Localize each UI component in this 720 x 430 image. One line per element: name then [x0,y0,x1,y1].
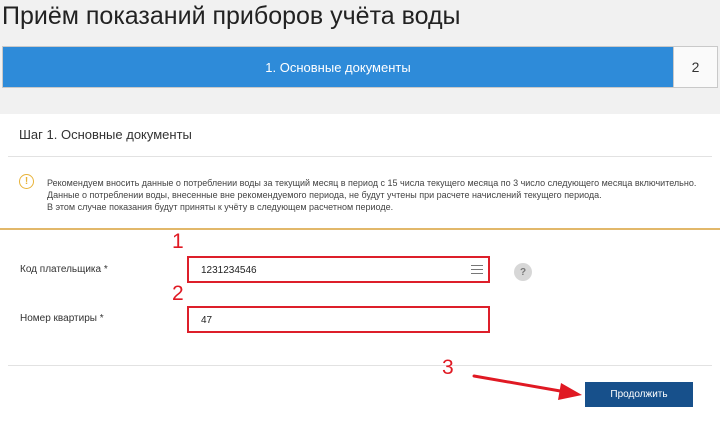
notice-line-1: Рекомендуем вносить данные о потреблении… [47,178,697,188]
page-title: Приём показаний приборов учёта воды [2,2,461,30]
annotation-1: 1 [172,230,184,253]
notice-line-2: Данные о потреблении воды, внесенные вне… [47,190,602,200]
payer-code-input[interactable] [201,262,451,279]
bottom-divider [8,365,712,366]
payer-code-field-frame [187,256,490,283]
step-2-tab[interactable]: 2 [673,47,717,87]
apartment-label-text: Номер квартиры [20,313,97,324]
payer-code-label: Код плательщика * [20,264,108,275]
exclamation-icon: ! [19,174,34,189]
apartment-field-frame [187,306,490,333]
section-divider [0,228,720,230]
required-mark: * [99,313,104,324]
annotation-2: 2 [172,282,184,305]
notice-line-3: В этом случае показания будут приняты к … [47,202,394,212]
form-card: Шаг 1. Основные документы ! Рекомендуем … [0,114,720,430]
card-title: Шаг 1. Основные документы [19,127,192,142]
apartment-input[interactable] [201,312,451,329]
help-icon[interactable]: ? [514,263,532,281]
annotation-arrow-icon [472,374,582,400]
continue-button[interactable]: Продолжить [585,382,693,407]
required-mark: * [103,264,108,275]
stepper: 1. Основные документы 2 [2,46,718,88]
menu-icon[interactable] [471,265,483,274]
apartment-label: Номер квартиры * [20,313,104,324]
step-1-tab[interactable]: 1. Основные документы [3,47,673,87]
title-divider [8,156,712,157]
payer-code-label-text: Код плательщика [20,264,102,275]
notice-text: Рекомендуем вносить данные о потреблении… [47,177,712,213]
annotation-3: 3 [442,356,454,379]
